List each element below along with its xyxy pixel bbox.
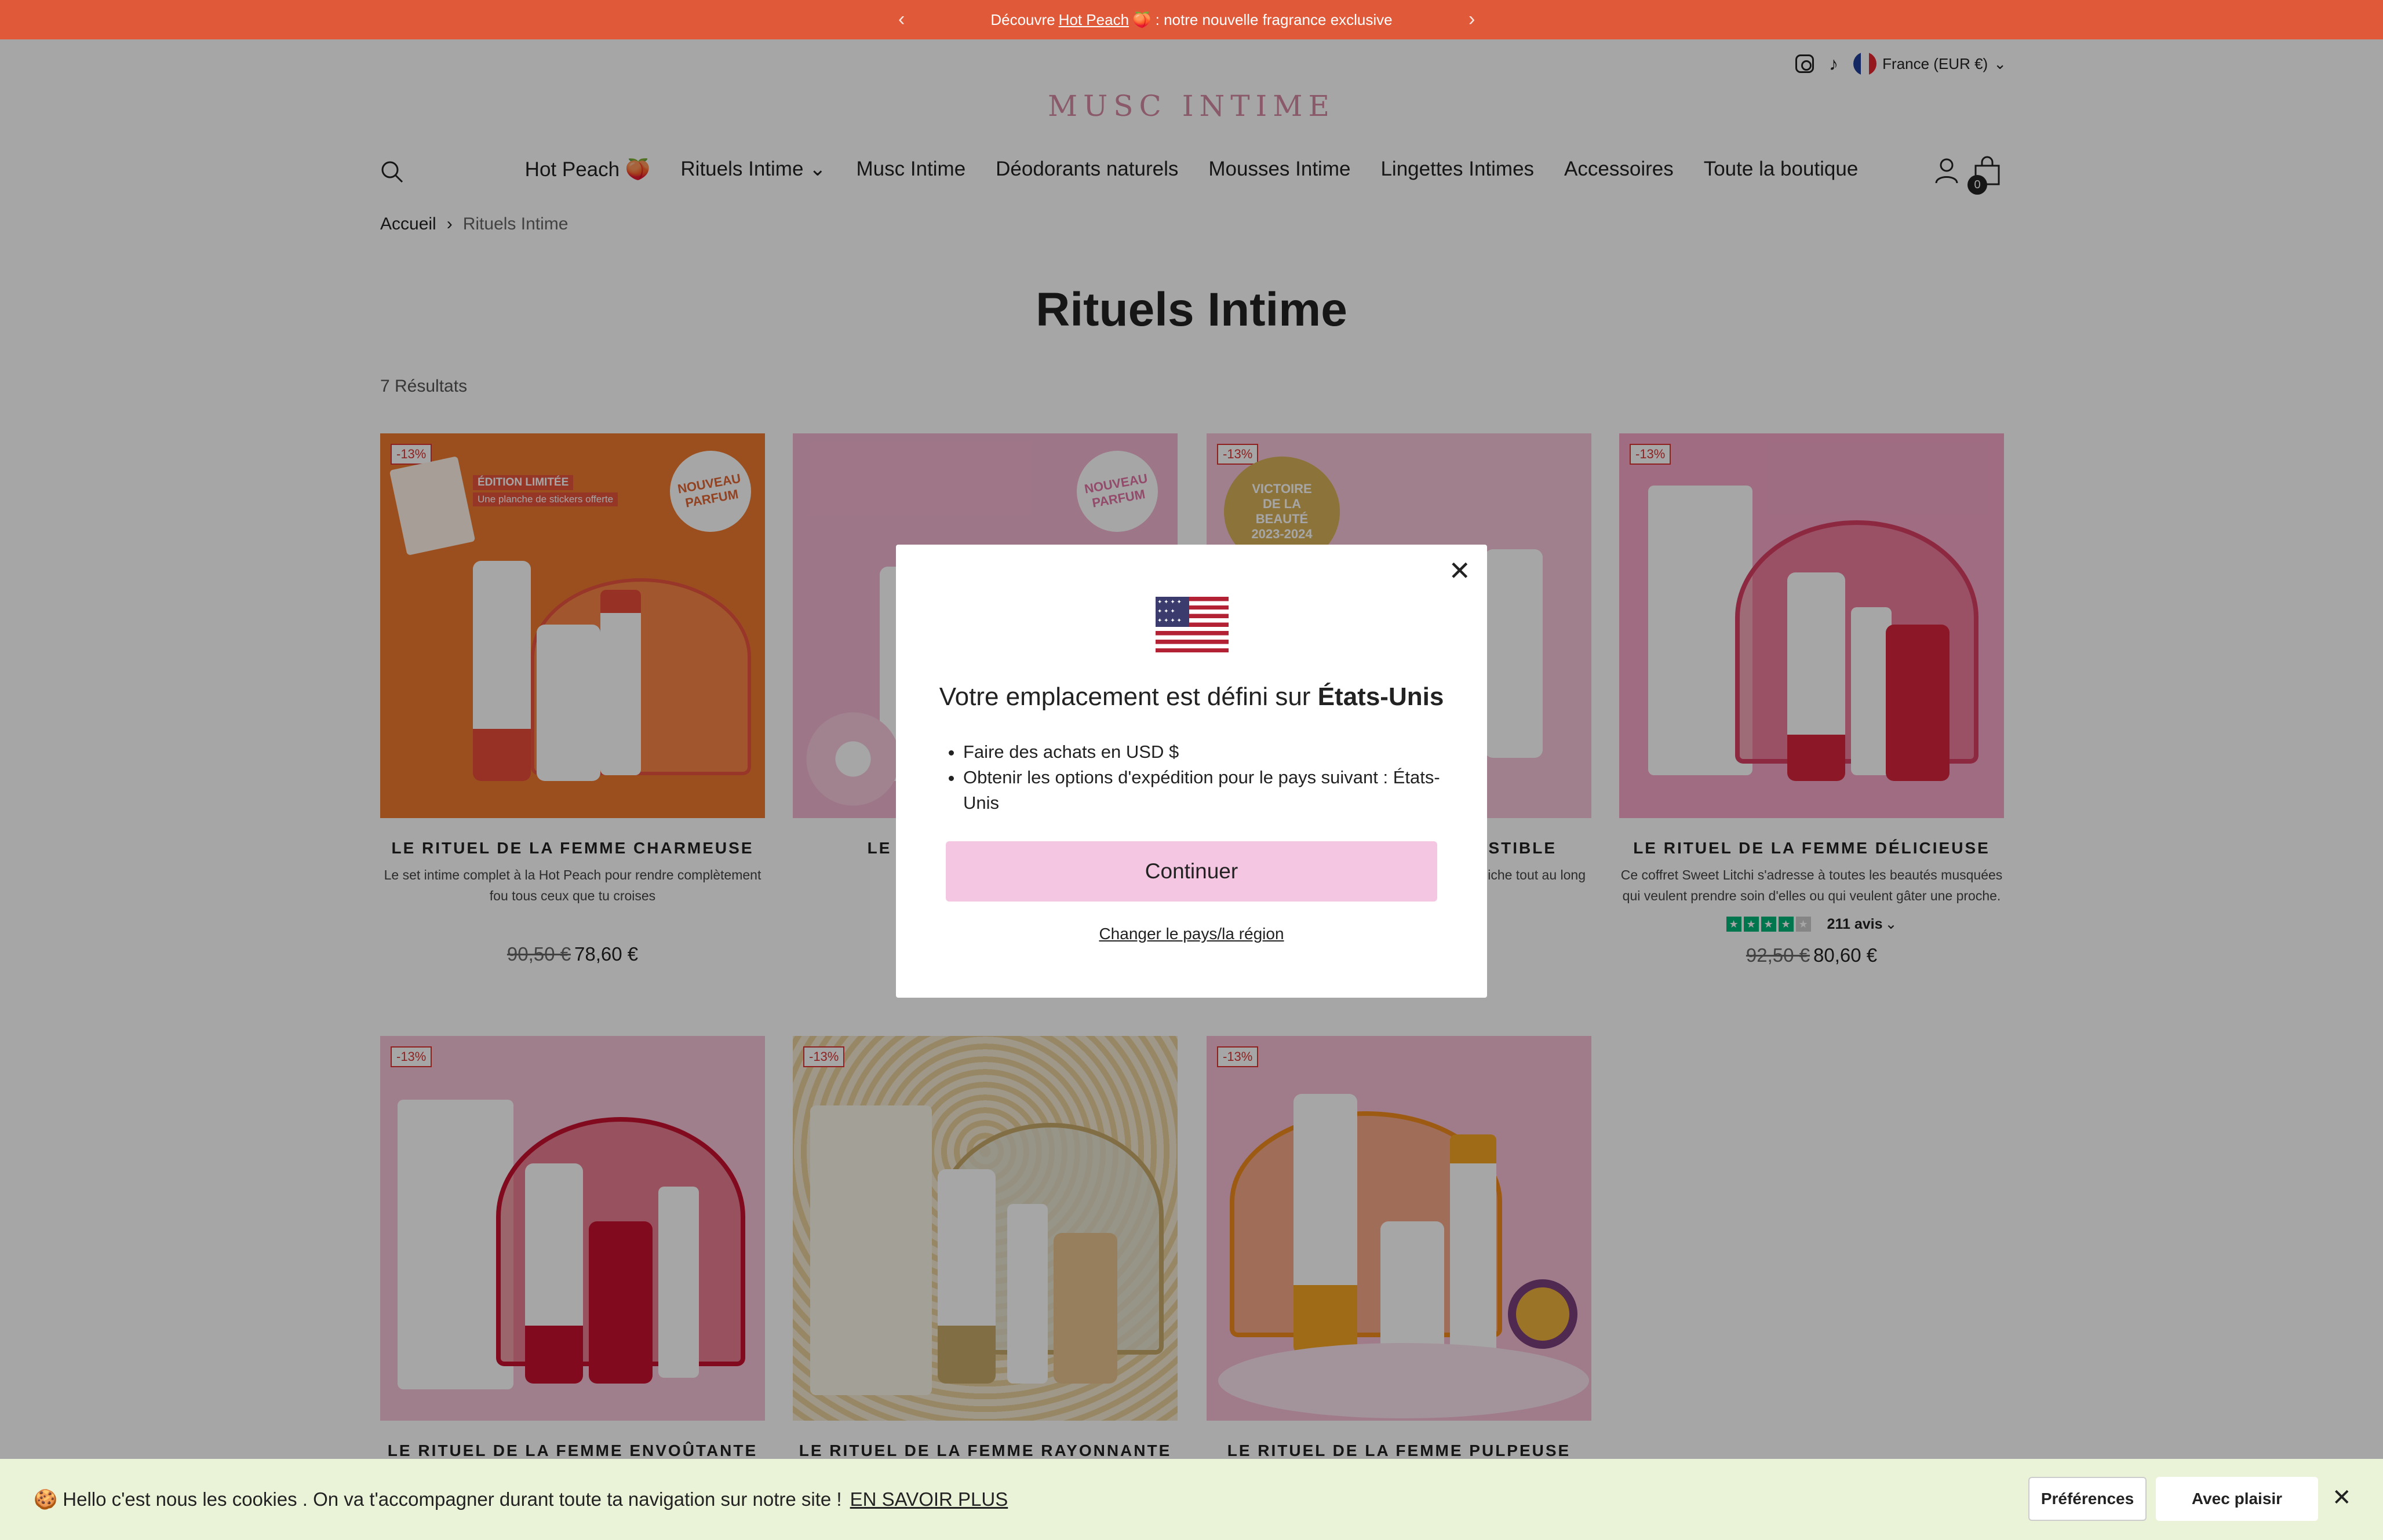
page: ‹ Découvre Hot Peach 🍑 : notre nouvelle … xyxy=(0,0,2383,1540)
cookie-learn-more-link[interactable]: EN SAVOIR PLUS xyxy=(850,1488,1008,1510)
announcement-suffix: 🍑 : notre nouvelle fragrance exclusive xyxy=(1132,10,1393,28)
announcement-prev-icon[interactable]: ‹ xyxy=(898,8,905,31)
modal-options-list: Faire des achats en USD $ Obtenir les op… xyxy=(963,739,1450,816)
modal-title-prefix: Votre emplacement est défini sur xyxy=(939,683,1311,711)
cookie-text: Hello c'est nous les cookies . On va t'a… xyxy=(63,1488,842,1510)
cookie-banner: 🍪 Hello c'est nous les cookies . On va t… xyxy=(0,1459,2383,1540)
close-icon[interactable]: ✕ xyxy=(2332,1484,2352,1511)
announcement-prefix: Découvre xyxy=(990,10,1055,28)
list-item: Faire des achats en USD $ xyxy=(963,739,1450,765)
cookie-preferences-button[interactable]: Préférences xyxy=(2028,1477,2147,1521)
modal-title: Votre emplacement est défini sur États-U… xyxy=(896,683,1487,711)
continue-button[interactable]: Continuer xyxy=(946,841,1437,902)
close-icon[interactable]: ✕ xyxy=(1448,557,1471,584)
announcement-next-icon[interactable]: › xyxy=(1469,8,1475,31)
location-modal: ✕ Votre emplacement est défini sur États… xyxy=(896,545,1487,998)
list-item: Obtenir les options d'expédition pour le… xyxy=(963,765,1450,816)
us-flag-icon xyxy=(1156,597,1229,652)
cookie-accept-button[interactable]: Avec plaisir xyxy=(2156,1477,2318,1521)
announcement-bar: ‹ Découvre Hot Peach 🍑 : notre nouvelle … xyxy=(0,0,2383,39)
cookie-icon: 🍪 xyxy=(34,1488,58,1510)
change-country-link[interactable]: Changer le pays/la région xyxy=(896,925,1487,943)
modal-title-country: États-Unis xyxy=(1317,683,1444,711)
announcement-link[interactable]: Hot Peach xyxy=(1059,11,1129,29)
